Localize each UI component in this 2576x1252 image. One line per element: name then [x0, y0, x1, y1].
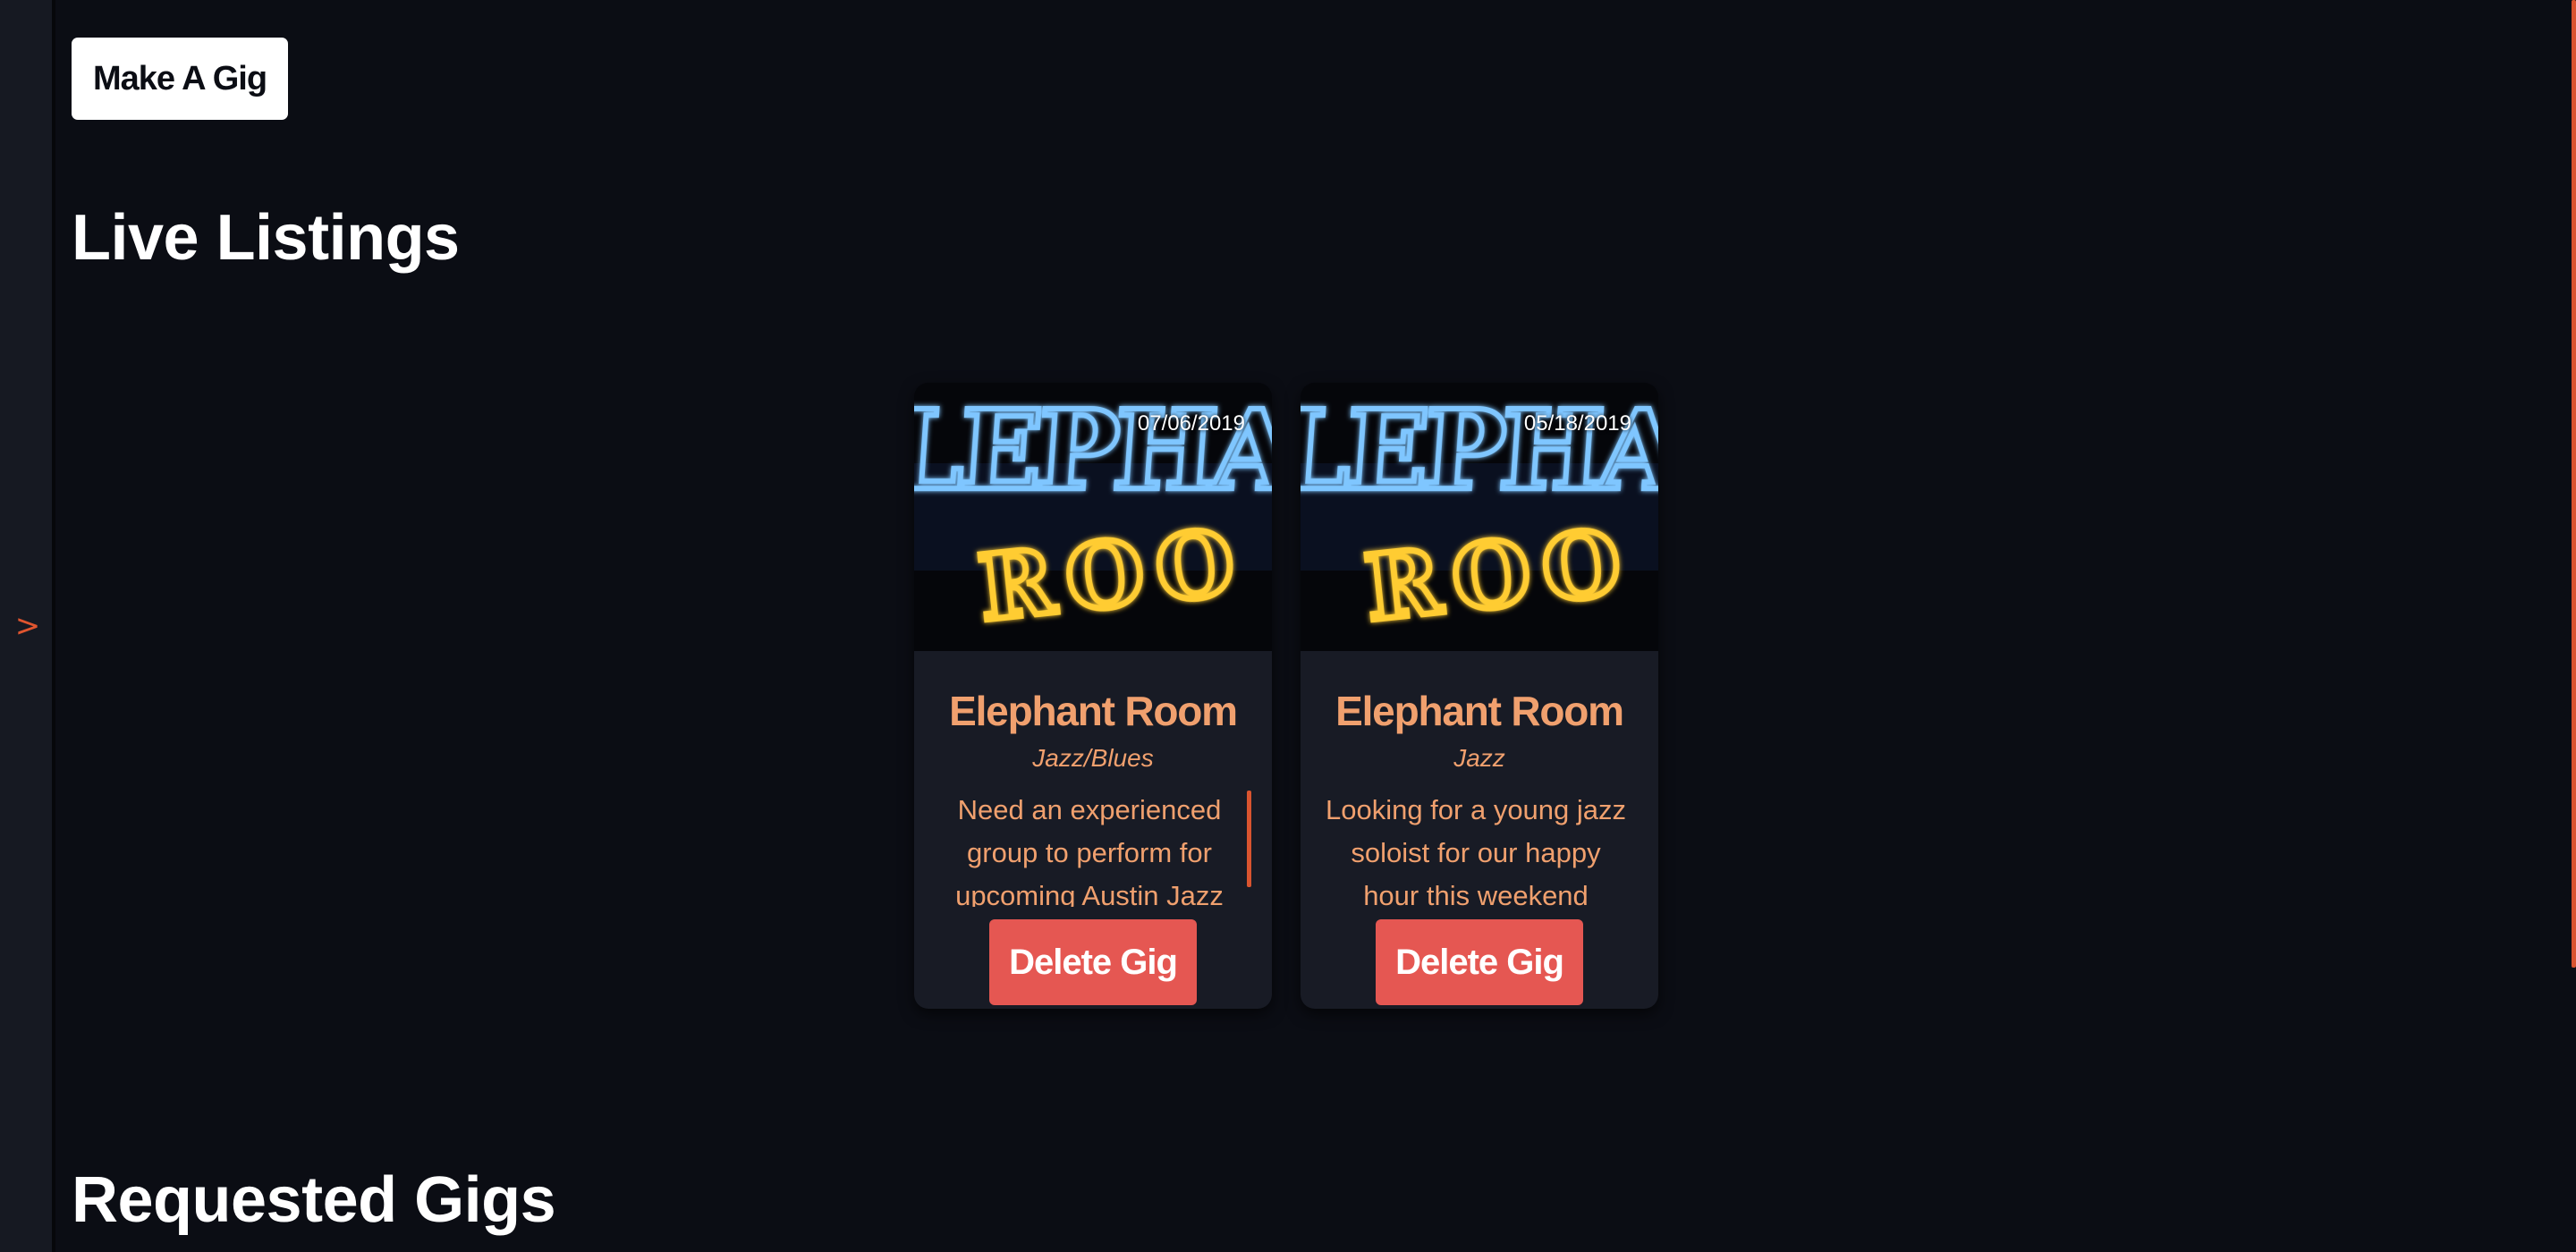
gig-description: Need an experienced group to perform for… — [955, 794, 1224, 907]
gig-date: 07/06/2019 — [1137, 411, 1245, 436]
neon-blue-letters: LEPHA — [914, 385, 1272, 514]
gig-card: LEPHA ROO 05/18/2019 Elephant Room Jazz … — [1301, 383, 1658, 1009]
delete-gig-button[interactable]: Delete Gig — [1376, 919, 1583, 1005]
gig-genre: Jazz/Blues — [1032, 744, 1154, 772]
gig-date: 05/18/2019 — [1523, 411, 1631, 436]
gig-genre: Jazz — [1453, 744, 1505, 772]
gig-description-scroll[interactable]: Looking for a young jazz soloist for our… — [1324, 789, 1628, 907]
neon-blue-letters: LEPHA — [1301, 385, 1658, 514]
page-scrollbar[interactable] — [2571, 0, 2576, 1252]
gig-card-list: LEPHA ROO 07/06/2019 Elephant Room Jazz/… — [914, 383, 1658, 1009]
make-a-gig-button[interactable]: Make A Gig — [72, 38, 288, 120]
gig-title: Elephant Room — [1335, 688, 1624, 734]
gig-card-body: Elephant Room Jazz/Blues Need an experie… — [914, 651, 1272, 1009]
sidebar: > — [0, 0, 55, 1252]
app-root: > Make A Gig Live Listings LEPHA ROO 07/… — [0, 0, 2576, 1252]
delete-gig-button[interactable]: Delete Gig — [989, 919, 1197, 1005]
chevron-right-icon[interactable]: > — [14, 601, 41, 651]
gig-description-scroll[interactable]: Need an experienced group to perform for… — [937, 789, 1241, 907]
gig-description: Looking for a young jazz soloist for our… — [1325, 794, 1627, 907]
requested-gigs-title: Requested Gigs — [72, 1164, 556, 1236]
gig-image: LEPHA ROO 07/06/2019 — [914, 383, 1272, 651]
gig-card: LEPHA ROO 07/06/2019 Elephant Room Jazz/… — [914, 383, 1272, 1009]
description-scrollbar[interactable] — [1247, 791, 1251, 887]
gig-card-body: Elephant Room Jazz Looking for a young j… — [1301, 651, 1658, 1009]
gig-image: LEPHA ROO 05/18/2019 — [1301, 383, 1658, 651]
live-listings-title: Live Listings — [72, 202, 460, 274]
gig-title: Elephant Room — [949, 688, 1238, 734]
page-scrollbar-thumb[interactable] — [2572, 0, 2576, 968]
